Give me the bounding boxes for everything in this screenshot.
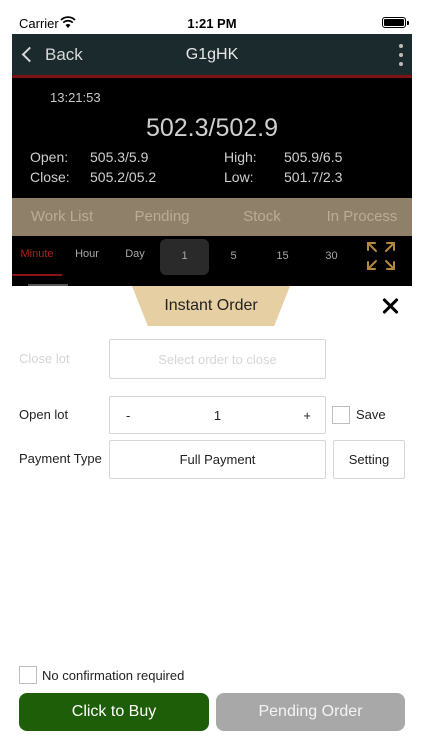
high-label: High: <box>224 149 257 165</box>
expand-icon[interactable] <box>366 241 396 271</box>
no-confirmation-label: No confirmation required <box>42 668 185 683</box>
frame-day[interactable]: Day <box>110 236 160 276</box>
nav-bar: Back G1gHK <box>12 34 412 75</box>
close-value: 505.2/05.2 <box>90 169 157 185</box>
app-screen: Carrier 1:21 PM Back G1gHK 13:21:53 502.… <box>12 12 412 740</box>
battery-icon <box>382 17 409 28</box>
payment-type-select[interactable]: Full Payment <box>109 440 326 479</box>
frame-15[interactable]: 15 <box>258 236 307 276</box>
frame-hour[interactable]: Hour <box>62 236 112 276</box>
increase-button[interactable]: + <box>303 397 311 435</box>
quote-price: 502.3/502.9 <box>145 114 279 142</box>
status-bar: Carrier 1:21 PM <box>12 12 412 34</box>
close-lot-select[interactable]: Select order to close <box>109 339 326 379</box>
more-icon[interactable] <box>398 44 404 66</box>
low-value: 501.7/2.3 <box>284 169 343 185</box>
setting-button[interactable]: Setting <box>333 440 405 479</box>
instant-order-panel: Instant Order Close lot Select order to … <box>12 286 412 740</box>
close-label: Close: <box>30 169 70 185</box>
quote-time: 13:21:53 <box>50 90 101 105</box>
buy-button[interactable]: Click to Buy <box>19 693 209 731</box>
tab-pending[interactable]: Pending <box>112 198 212 236</box>
frame-active-underline <box>12 274 62 276</box>
high-row: High: 505.9/6.5 <box>224 149 342 165</box>
payment-type-label: Payment Type <box>19 451 102 466</box>
high-value: 505.9/6.5 <box>284 149 343 165</box>
page-title: G1gHK <box>185 46 239 63</box>
tab-in-process[interactable]: In Process <box>312 198 412 236</box>
time-frame-bar: Minute Hour Day 1 5 15 30 <box>12 236 412 286</box>
no-confirmation-checkbox[interactable] <box>19 666 37 684</box>
open-label: Open: <box>30 149 69 165</box>
close-row: Close: 505.2/05.2 <box>30 169 156 185</box>
quote-panel: 13:21:53 502.3/502.9 Open: 505.3/5.9 Clos… <box>12 78 412 198</box>
open-value: 505.3/5.9 <box>90 149 149 165</box>
frame-1[interactable]: 1 <box>160 236 209 276</box>
close-lot-label: Close lot <box>19 351 70 366</box>
clock: 1:21 PM <box>187 16 237 31</box>
frame-30[interactable]: 30 <box>307 236 356 276</box>
frame-5[interactable]: 5 <box>209 236 258 276</box>
low-row: Low: 501.7/2.3 <box>224 169 342 185</box>
open-row: Open: 505.3/5.9 <box>30 149 148 165</box>
open-lot-value[interactable]: 1 <box>110 397 325 435</box>
open-lot-stepper: - 1 + <box>109 396 326 434</box>
open-lot-label: Open lot <box>19 407 69 422</box>
low-label: Low: <box>224 169 254 185</box>
tab-stock[interactable]: Stock <box>212 198 312 236</box>
tab-bar: Work List Pending Stock In Process <box>12 198 412 236</box>
frame-minute[interactable]: Minute <box>12 236 62 276</box>
save-checkbox[interactable] <box>332 406 350 424</box>
tab-work-list[interactable]: Work List <box>12 198 112 236</box>
close-icon[interactable] <box>382 298 398 314</box>
save-label: Save <box>356 407 386 422</box>
order-panel-title: Instant Order <box>132 286 290 326</box>
pending-order-button[interactable]: Pending Order <box>216 693 405 731</box>
